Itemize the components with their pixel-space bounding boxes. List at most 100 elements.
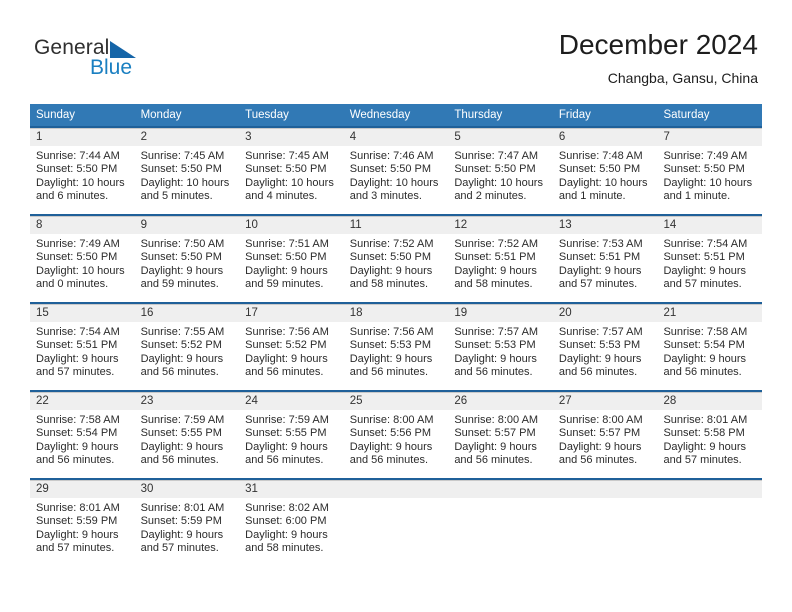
sunrise-text: Sunrise: 8:00 AM	[558, 414, 643, 426]
day-info: Sunrise: 7:48 AM Sunset: 5:50 PM Dayligh…	[553, 146, 658, 204]
day-cell[interactable]: 12 Sunrise: 7:52 AM Sunset: 5:51 PM Dayl…	[448, 216, 553, 302]
sunset-text: Sunset: 5:54 PM	[663, 339, 745, 352]
day-cell[interactable]: 3 Sunrise: 7:45 AM Sunset: 5:50 PM Dayli…	[239, 128, 344, 214]
daylight-text-line2: and 56 minutes.	[349, 366, 429, 379]
daylight-text-line2: and 58 minutes.	[349, 278, 429, 291]
day-info	[344, 498, 449, 502]
day-number: 7	[657, 128, 763, 146]
daylight-text-line1: Daylight: 9 hours	[140, 528, 224, 541]
day-cell[interactable]: 26 Sunrise: 8:00 AM Sunset: 5:57 PM Dayl…	[448, 392, 553, 478]
day-cell[interactable]: 18 Sunrise: 7:56 AM Sunset: 5:53 PM Dayl…	[343, 304, 449, 390]
sunrise-text: Sunrise: 8:00 AM	[454, 414, 539, 426]
sunrise-text: Sunrise: 8:02 AM	[245, 502, 329, 514]
daylight-text-line2: and 56 minutes.	[454, 454, 533, 467]
daylight-text-line1: Daylight: 9 hours	[245, 352, 328, 365]
day-cell[interactable]: 19 Sunrise: 7:57 AM Sunset: 5:53 PM Dayl…	[448, 304, 553, 390]
daylight-text-line1: Daylight: 9 hours	[454, 440, 537, 453]
day-cell[interactable]: 24 Sunrise: 7:59 AM Sunset: 5:55 PM Dayl…	[239, 392, 344, 478]
daylight-text-line2: and 56 minutes.	[349, 454, 429, 467]
sunset-text: Sunset: 5:50 PM	[36, 251, 118, 264]
day-number: 29	[30, 480, 135, 498]
day-cell[interactable]: 22 Sunrise: 7:58 AM Sunset: 5:54 PM Dayl…	[30, 392, 135, 478]
day-info: Sunrise: 7:44 AM Sunset: 5:50 PM Dayligh…	[30, 146, 135, 204]
day-info	[448, 498, 553, 502]
day-cell[interactable]: 30 Sunrise: 8:01 AM Sunset: 5:59 PM Dayl…	[134, 480, 240, 566]
day-cell[interactable]: 6 Sunrise: 7:48 AM Sunset: 5:50 PM Dayli…	[552, 128, 658, 214]
day-cell[interactable]: 31 Sunrise: 8:02 AM Sunset: 6:00 PM Dayl…	[239, 480, 344, 566]
day-cell[interactable]: 28 Sunrise: 8:01 AM Sunset: 5:58 PM Dayl…	[657, 392, 763, 478]
day-cell[interactable]: 25 Sunrise: 8:00 AM Sunset: 5:56 PM Dayl…	[343, 392, 449, 478]
daylight-text-line2: and 57 minutes.	[36, 542, 115, 555]
sunset-text: Sunset: 5:51 PM	[663, 251, 745, 264]
daylight-text-line2: and 5 minutes.	[140, 190, 213, 203]
daylight-text-line1: Daylight: 10 hours	[663, 176, 753, 189]
day-cell[interactable]: 4 Sunrise: 7:46 AM Sunset: 5:50 PM Dayli…	[343, 128, 449, 214]
weekday-sunday: Sunday	[36, 109, 76, 121]
week-row: 1 Sunrise: 7:44 AM Sunset: 5:50 PM Dayli…	[30, 126, 763, 214]
sunset-text: Sunset: 5:50 PM	[454, 163, 536, 176]
day-cell[interactable]: 15 Sunrise: 7:54 AM Sunset: 5:51 PM Dayl…	[30, 304, 135, 390]
sunset-text: Sunset: 5:56 PM	[349, 427, 432, 440]
day-cell[interactable]: 8 Sunrise: 7:49 AM Sunset: 5:50 PM Dayli…	[30, 216, 135, 302]
day-cell[interactable]: 9 Sunrise: 7:50 AM Sunset: 5:50 PM Dayli…	[134, 216, 240, 302]
sunrise-text: Sunrise: 7:56 AM	[349, 326, 434, 338]
daylight-text-line2: and 56 minutes.	[454, 366, 533, 379]
day-cell[interactable]: 1 Sunrise: 7:44 AM Sunset: 5:50 PM Dayli…	[30, 128, 135, 214]
daylight-text-line2: and 4 minutes.	[245, 190, 318, 203]
daylight-text-line1: Daylight: 9 hours	[349, 264, 433, 277]
day-cell[interactable]: 27 Sunrise: 8:00 AM Sunset: 5:57 PM Dayl…	[552, 392, 658, 478]
daylight-text-line2: and 56 minutes.	[558, 454, 638, 467]
daylight-text-line1: Daylight: 9 hours	[558, 352, 642, 365]
daylight-text-line2: and 57 minutes.	[36, 366, 115, 379]
day-number: 22	[30, 392, 135, 410]
logo-text-blue: Blue	[90, 56, 133, 79]
day-cell[interactable]: 11 Sunrise: 7:52 AM Sunset: 5:50 PM Dayl…	[343, 216, 449, 302]
day-number: 31	[239, 480, 344, 498]
day-cell[interactable]: 2 Sunrise: 7:45 AM Sunset: 5:50 PM Dayli…	[134, 128, 240, 214]
daylight-text-line2: and 0 minutes.	[36, 278, 109, 291]
day-info: Sunrise: 7:57 AM Sunset: 5:53 PM Dayligh…	[553, 322, 658, 380]
daylight-text-line1: Daylight: 9 hours	[36, 528, 119, 541]
day-cell[interactable]: 29 Sunrise: 8:01 AM Sunset: 5:59 PM Dayl…	[30, 480, 135, 566]
day-info: Sunrise: 7:58 AM Sunset: 5:54 PM Dayligh…	[30, 410, 135, 468]
sunset-text: Sunset: 5:54 PM	[36, 427, 118, 440]
day-cell[interactable]: 17 Sunrise: 7:56 AM Sunset: 5:52 PM Dayl…	[239, 304, 344, 390]
day-cell[interactable]: 20 Sunrise: 7:57 AM Sunset: 5:53 PM Dayl…	[552, 304, 658, 390]
day-info: Sunrise: 7:54 AM Sunset: 5:51 PM Dayligh…	[657, 234, 762, 292]
sunset-text: Sunset: 5:59 PM	[140, 515, 222, 528]
daylight-text-line2: and 1 minute.	[558, 190, 626, 203]
daylight-text-line2: and 59 minutes.	[140, 278, 219, 291]
daylight-text-line1: Daylight: 9 hours	[663, 352, 747, 365]
day-cell[interactable]: 21 Sunrise: 7:58 AM Sunset: 5:54 PM Dayl…	[657, 304, 763, 390]
day-info: Sunrise: 7:49 AM Sunset: 5:50 PM Dayligh…	[657, 146, 762, 204]
sunrise-text: Sunrise: 7:58 AM	[36, 414, 120, 426]
day-cell[interactable]: 16 Sunrise: 7:55 AM Sunset: 5:52 PM Dayl…	[134, 304, 240, 390]
day-number: 25	[343, 392, 449, 410]
day-number	[343, 480, 449, 498]
sunrise-text: Sunrise: 7:50 AM	[140, 238, 225, 250]
sunset-text: Sunset: 5:58 PM	[663, 427, 745, 440]
day-number	[448, 480, 553, 498]
sunset-text: Sunset: 5:53 PM	[349, 339, 432, 352]
day-info: Sunrise: 7:59 AM Sunset: 5:55 PM Dayligh…	[239, 410, 344, 468]
day-cell[interactable]: 10 Sunrise: 7:51 AM Sunset: 5:50 PM Dayl…	[239, 216, 344, 302]
daylight-text-line1: Daylight: 10 hours	[36, 264, 125, 277]
day-info: Sunrise: 7:46 AM Sunset: 5:50 PM Dayligh…	[344, 146, 449, 204]
sunrise-text: Sunrise: 7:49 AM	[36, 238, 120, 250]
day-info: Sunrise: 7:52 AM Sunset: 5:50 PM Dayligh…	[344, 234, 449, 292]
daylight-text-line1: Daylight: 10 hours	[558, 176, 648, 189]
daylight-text-line2: and 58 minutes.	[245, 542, 324, 555]
sunset-text: Sunset: 5:53 PM	[558, 339, 641, 352]
day-cell[interactable]: 13 Sunrise: 7:53 AM Sunset: 5:51 PM Dayl…	[552, 216, 658, 302]
day-cell[interactable]: 23 Sunrise: 7:59 AM Sunset: 5:55 PM Dayl…	[134, 392, 240, 478]
day-number: 21	[657, 304, 763, 322]
day-number: 5	[448, 128, 553, 146]
day-cell[interactable]: 7 Sunrise: 7:49 AM Sunset: 5:50 PM Dayli…	[657, 128, 763, 214]
day-cell[interactable]: 5 Sunrise: 7:47 AM Sunset: 5:50 PM Dayli…	[448, 128, 553, 214]
weekday-thursday: Thursday	[454, 109, 503, 121]
sunrise-text: Sunrise: 7:58 AM	[663, 326, 748, 338]
daylight-text-line1: Daylight: 9 hours	[454, 352, 537, 365]
sunrise-text: Sunrise: 7:44 AM	[36, 150, 120, 162]
day-cell[interactable]: 14 Sunrise: 7:54 AM Sunset: 5:51 PM Dayl…	[657, 216, 763, 302]
general-blue-logo[interactable]: General Blue	[34, 36, 214, 82]
